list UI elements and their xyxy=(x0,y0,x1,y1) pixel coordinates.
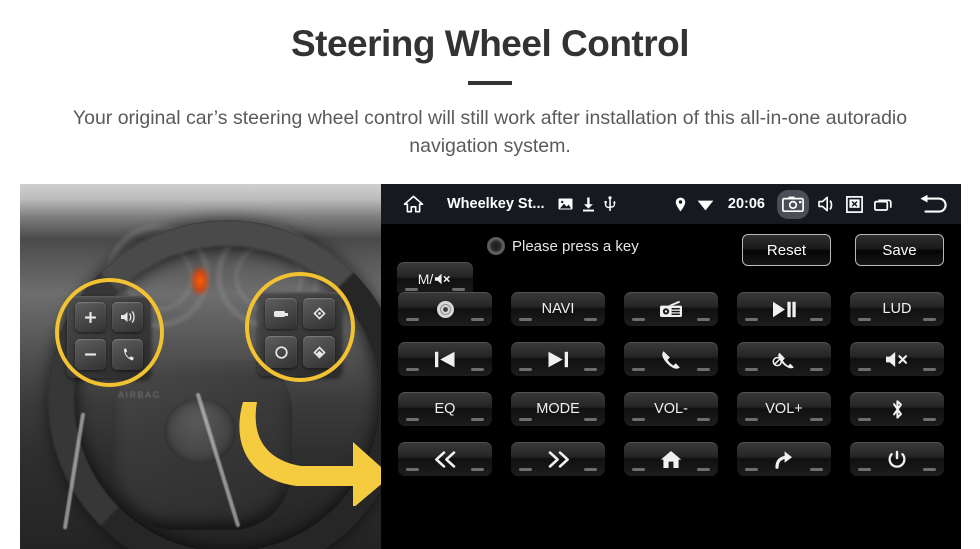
key-button-play-pause[interactable] xyxy=(737,292,831,326)
usb-icon xyxy=(604,196,616,212)
download-icon xyxy=(582,197,595,212)
head-unit-screen: Wheelkey St... 20:06 Please press a key … xyxy=(381,184,961,549)
previous-track-icon xyxy=(434,351,456,368)
key-button-eq[interactable]: EQ xyxy=(398,392,492,426)
status-bar-clock: 20:06 xyxy=(727,196,765,212)
key-button-mute[interactable] xyxy=(850,342,944,376)
close-screen-icon[interactable] xyxy=(846,195,863,213)
back-arrow-icon[interactable] xyxy=(917,194,947,214)
key-button-label: MODE xyxy=(536,400,580,417)
key-button-forward[interactable] xyxy=(511,442,605,476)
location-pin-icon xyxy=(675,197,686,212)
camera-icon[interactable] xyxy=(777,189,809,219)
key-button-label: VOL+ xyxy=(765,400,803,417)
toolbar-actions: Reset Save xyxy=(742,234,944,266)
key-button-mode[interactable]: MODE xyxy=(511,392,605,426)
recent-apps-icon[interactable] xyxy=(874,197,894,211)
key-button-call-answer[interactable] xyxy=(624,342,718,376)
airbag-label: AIRBAG xyxy=(118,390,162,400)
mute-icon xyxy=(885,351,910,368)
forward-icon xyxy=(546,450,571,468)
app-title: Wheelkey St... xyxy=(447,196,545,212)
mute-mode-label: M/ xyxy=(417,271,434,287)
key-button-rewind[interactable] xyxy=(398,442,492,476)
bluetooth-icon xyxy=(890,399,905,420)
key-button-label: NAVI xyxy=(541,300,575,317)
status-bar-right: 20:06 xyxy=(675,189,947,219)
disc-icon xyxy=(436,300,455,319)
toolbar: Please press a key M/ Reset Save xyxy=(381,224,961,302)
key-button-vol-up[interactable]: VOL+ xyxy=(737,392,831,426)
title-divider xyxy=(468,80,512,85)
status-hint: Please press a key xyxy=(487,237,639,255)
power-icon xyxy=(888,450,906,469)
page-header: Steering Wheel Control Your original car… xyxy=(0,0,980,160)
key-button-next[interactable] xyxy=(511,342,605,376)
key-button-bluetooth[interactable] xyxy=(850,392,944,426)
highlight-circle-left xyxy=(55,278,164,387)
key-button-radio[interactable] xyxy=(624,292,718,326)
home-icon xyxy=(660,450,682,469)
key-button-home[interactable] xyxy=(624,442,718,476)
key-mapping-grid: NAVI LUD EQ MODE VOL- VOL+ xyxy=(398,292,944,476)
key-button-label: LUD xyxy=(882,300,912,317)
key-button-label: VOL- xyxy=(654,400,688,417)
status-bar-left: Wheelkey St... xyxy=(403,194,616,214)
highlight-circle-right xyxy=(245,272,355,382)
status-hint-label: Please press a key xyxy=(512,237,639,255)
home-icon[interactable] xyxy=(403,194,424,214)
phone-hangup-icon xyxy=(772,349,796,370)
play-pause-icon xyxy=(772,301,796,318)
page-title: Steering Wheel Control xyxy=(290,23,690,64)
key-button-navi[interactable]: NAVI xyxy=(511,292,605,326)
phone-answer-icon xyxy=(660,349,682,370)
key-button-call-end[interactable] xyxy=(737,342,831,376)
mute-mode-button[interactable]: M/ xyxy=(397,262,473,296)
key-button-label: EQ xyxy=(434,400,456,417)
key-button-disc[interactable] xyxy=(398,292,492,326)
content-panel: AIRBAG Wheelkey St... 20:06 Please press… xyxy=(20,184,961,549)
status-bar: Wheelkey St... 20:06 xyxy=(381,184,961,224)
image-icon xyxy=(558,197,573,211)
key-button-lud[interactable]: LUD xyxy=(850,292,944,326)
radio-icon xyxy=(659,300,683,318)
key-button-power[interactable] xyxy=(850,442,944,476)
return-arrow-icon xyxy=(774,450,794,469)
next-track-icon xyxy=(547,351,569,368)
page-subtitle: Your original car’s steering wheel contr… xyxy=(72,106,908,157)
steering-wheel-photo: AIRBAG xyxy=(20,184,381,549)
rewind-icon xyxy=(433,450,458,468)
mute-icon xyxy=(434,272,452,286)
key-button-return[interactable] xyxy=(737,442,831,476)
reset-button[interactable]: Reset xyxy=(742,234,831,266)
key-indicator-dot xyxy=(487,237,505,255)
key-button-previous[interactable] xyxy=(398,342,492,376)
volume-icon[interactable] xyxy=(818,196,835,212)
save-button[interactable]: Save xyxy=(855,234,944,266)
key-button-vol-down[interactable]: VOL- xyxy=(624,392,718,426)
wifi-icon xyxy=(697,198,714,211)
